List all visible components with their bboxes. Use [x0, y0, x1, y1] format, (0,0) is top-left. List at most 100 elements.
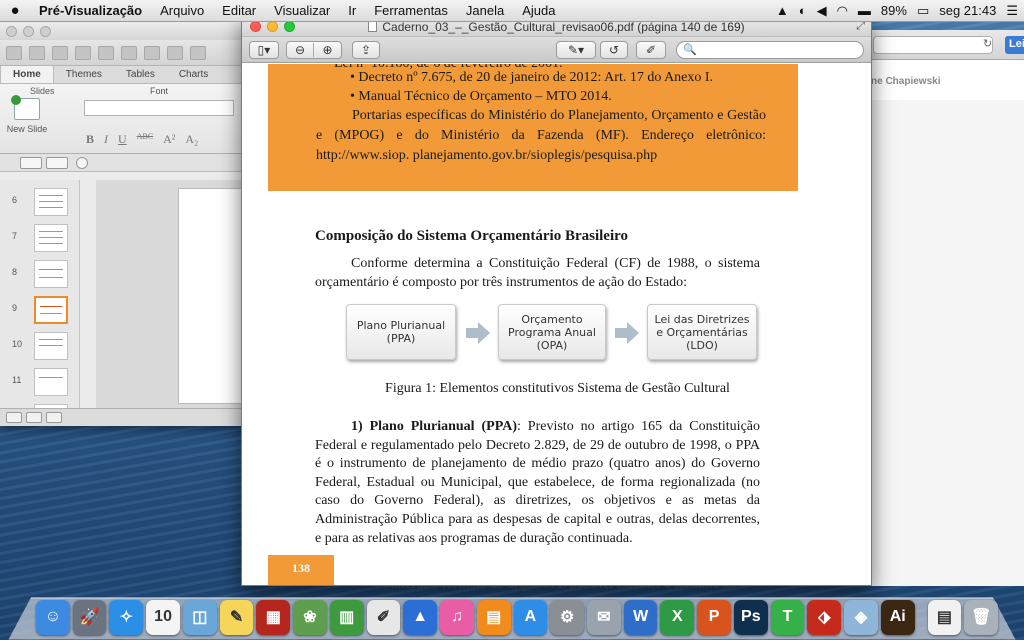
finder-icon[interactable]: ☺ [36, 599, 70, 635]
new-slide-label: New Slide [6, 124, 48, 134]
system-preferences-icon[interactable]: ⚙ [550, 599, 585, 635]
menu-bar: ● Pré-Visualização Arquivo Editar Visual… [0, 0, 1024, 22]
safari-icon[interactable]: ✧ [109, 599, 144, 635]
close-panel-icon[interactable] [76, 156, 88, 169]
format-buttons: B I U ABC A² A₂ [86, 132, 198, 147]
new-slide-button[interactable]: New Slide [4, 95, 50, 134]
slide-thumbnail-selected[interactable]: 9 [4, 296, 78, 324]
menu-arquivo[interactable]: Arquivo [151, 3, 213, 18]
new-document-icon[interactable] [6, 45, 22, 60]
menu-app-name[interactable]: Pré-Visualização [30, 3, 151, 18]
slide-sorter-button[interactable] [26, 412, 42, 423]
save-icon[interactable] [75, 45, 91, 60]
apple-icon[interactable]: ● [0, 2, 30, 19]
safari-bookmark-button[interactable]: Lei [1005, 36, 1024, 54]
open-icon[interactable] [52, 45, 68, 60]
slides-view-tab[interactable] [20, 156, 42, 169]
italic-button[interactable]: I [104, 132, 108, 147]
menu-janela[interactable]: Janela [457, 3, 513, 18]
toolbox-icon[interactable]: T [770, 599, 805, 635]
ppa-paragraph: 1) Plano Plurianual (PPA): Previsto no a… [315, 419, 760, 546]
search-input[interactable]: 🔍 [676, 41, 864, 59]
textedit-icon[interactable]: ✐ [366, 599, 401, 635]
acrobat-icon[interactable]: ⬗ [807, 599, 842, 635]
menu-ir[interactable]: Ir [339, 3, 365, 18]
tab-charts[interactable]: Charts [167, 66, 220, 83]
new-slide-icon [11, 95, 40, 120]
preview-icon[interactable]: ◫ [182, 599, 217, 635]
menu-visualizar[interactable]: Visualizar [265, 3, 339, 18]
underline-button[interactable]: U [118, 132, 127, 147]
pen-icon: ✎▾ [567, 43, 585, 57]
menu-editar[interactable]: Editar [213, 3, 265, 18]
notification-center-icon[interactable]: ☰ [1006, 3, 1018, 19]
bold-button[interactable]: B [86, 132, 94, 147]
print-icon[interactable] [98, 45, 114, 60]
safari-page-body [863, 100, 1024, 586]
templates-icon[interactable] [29, 45, 45, 60]
illustrator-icon[interactable]: Ai [880, 599, 915, 635]
ppt-close-button[interactable] [6, 25, 17, 37]
tab-themes[interactable]: Themes [54, 66, 114, 83]
paste-icon[interactable] [167, 45, 183, 60]
vector-icon[interactable]: ▲ [776, 3, 789, 18]
share-button[interactable]: ⇪ [352, 41, 380, 59]
notes-icon[interactable]: ✎ [219, 599, 254, 635]
document-icon[interactable]: ▤ [927, 599, 962, 635]
slide-thumbnail[interactable]: 6 [4, 188, 78, 216]
photo-booth-icon[interactable]: ▦ [256, 599, 291, 635]
zoom-in-button[interactable]: ⊕ [314, 43, 341, 57]
zoom-out-button[interactable]: ⊖ [287, 43, 315, 57]
battery-percent[interactable]: 89% [881, 3, 907, 18]
slide-thumbnail[interactable]: 10 [4, 332, 78, 360]
normal-view-button[interactable] [6, 412, 22, 423]
itunes-icon[interactable]: ♫ [440, 599, 474, 635]
volume-icon[interactable]: ◀ [817, 3, 827, 19]
rotate-button[interactable]: ↺ [600, 41, 628, 59]
pdf-page[interactable]: Lei nº 10.180, de 6 de fevereiro de 2001… [242, 64, 871, 585]
trash-icon[interactable]: 🗑 [964, 599, 999, 635]
subscript-button[interactable]: A₂ [185, 132, 198, 147]
slide-thumbnail[interactable]: 11 [4, 368, 78, 396]
flag-icon[interactable]: ▬ [858, 3, 871, 18]
annotate-button[interactable]: ✎▾ [556, 41, 596, 59]
tab-home[interactable]: Home [0, 66, 54, 83]
powerpoint-icon[interactable]: P [697, 599, 731, 635]
outline-view-tab[interactable] [46, 156, 68, 169]
tab-tables[interactable]: Tables [114, 66, 167, 83]
copy-icon[interactable] [144, 45, 160, 60]
ppt-zoom-button[interactable] [40, 25, 51, 37]
diagram-box-opa: Orçamento Programa Anual (OPA) [498, 304, 606, 360]
wifi-icon[interactable]: ◠ [837, 3, 848, 19]
calendar-icon[interactable]: 10 [146, 599, 180, 635]
clock[interactable]: seg 21:43 [939, 3, 996, 18]
slide-thumbnail[interactable]: 7 [4, 224, 78, 252]
sidebar-view-button[interactable]: ▯▾ [249, 41, 279, 59]
slideshow-button[interactable] [46, 412, 62, 423]
format-painter-icon[interactable] [190, 45, 206, 60]
numbers-icon[interactable]: ▥ [329, 599, 364, 635]
markup-toolbar-button[interactable]: ✐ [636, 41, 666, 59]
iphoto-icon[interactable]: ❀ [293, 599, 327, 635]
slide-canvas[interactable] [178, 188, 249, 404]
excel-icon[interactable]: X [660, 599, 695, 635]
font-name-field[interactable] [84, 100, 234, 116]
sync-icon[interactable]: ◐ [799, 3, 807, 18]
app-store-icon[interactable]: A [513, 599, 548, 635]
word-icon[interactable]: W [623, 599, 658, 635]
slide-thumbnail[interactable]: 8 [4, 260, 78, 288]
address-field[interactable] [873, 36, 993, 54]
keynote-icon[interactable]: ▲ [403, 599, 438, 635]
photoshop-icon[interactable]: Ps [733, 599, 768, 635]
preview-photos-icon[interactable]: ◈ [844, 599, 878, 635]
superscript-button[interactable]: A² [163, 132, 175, 147]
ibooks-icon[interactable]: ▤ [476, 599, 511, 635]
launchpad-icon[interactable]: 🚀 [72, 599, 107, 635]
menu-ajuda[interactable]: Ajuda [513, 3, 564, 18]
cut-icon[interactable] [121, 45, 137, 60]
contacts-icon[interactable]: ✉ [587, 599, 621, 635]
menu-ferramentas[interactable]: Ferramentas [365, 3, 457, 18]
ppt-minimize-button[interactable] [23, 25, 34, 37]
reload-icon[interactable]: ↻ [983, 37, 992, 50]
strikethrough-button[interactable]: ABC [137, 132, 153, 147]
